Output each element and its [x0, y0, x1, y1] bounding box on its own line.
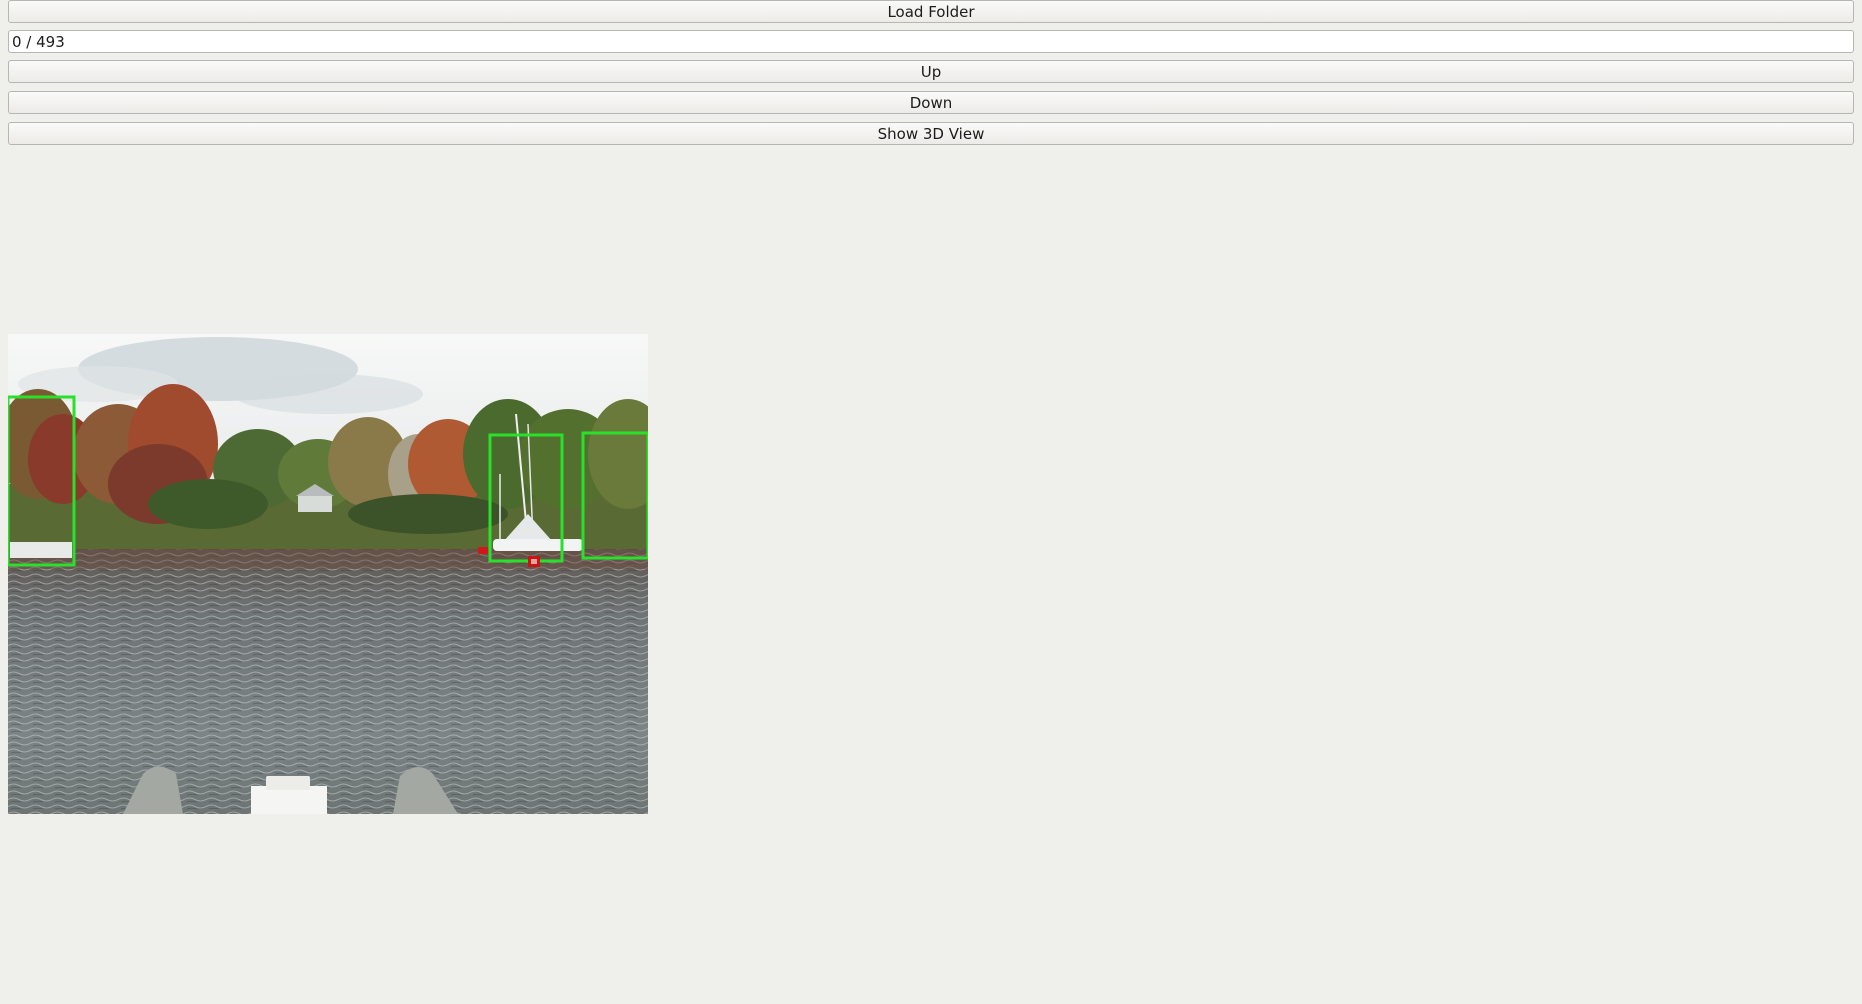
load-folder-button[interactable]: Load Folder	[8, 0, 1854, 23]
up-button[interactable]: Up	[8, 60, 1854, 83]
frame-counter-field[interactable]: 0 / 493	[8, 30, 1854, 53]
show-3d-view-button[interactable]: Show 3D View	[8, 122, 1854, 145]
down-button[interactable]: Down	[8, 91, 1854, 114]
camera-frame-image	[8, 334, 648, 814]
